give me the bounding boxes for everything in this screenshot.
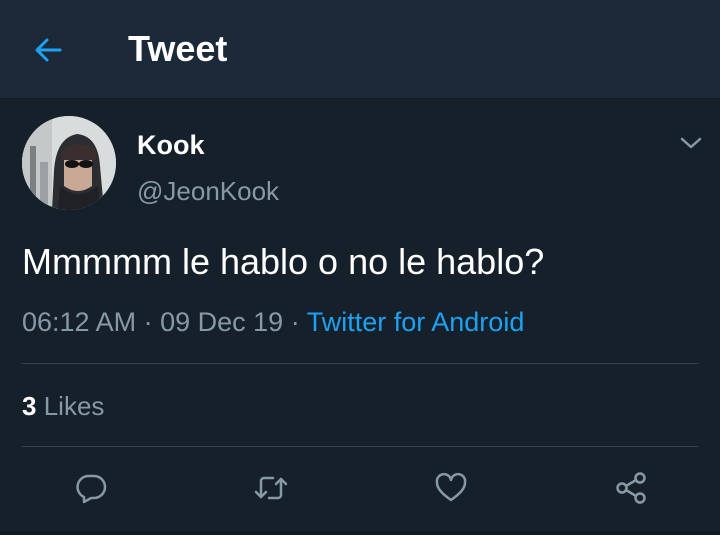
- tweet-source-link[interactable]: Twitter for Android: [307, 307, 525, 337]
- heart-icon: [435, 472, 467, 502]
- divider: [22, 446, 698, 447]
- likes-number: 3: [22, 391, 37, 421]
- divider: [0, 531, 720, 535]
- arrow-left-icon: [35, 38, 62, 62]
- retweet-button[interactable]: [251, 468, 291, 508]
- share-icon: [616, 472, 646, 504]
- reply-button[interactable]: [71, 468, 111, 508]
- reply-icon: [76, 474, 107, 504]
- meta-separator: ·: [290, 307, 300, 337]
- like-button[interactable]: [431, 468, 471, 508]
- author-name[interactable]: Kook: [137, 130, 205, 161]
- author-handle[interactable]: @JeonKook: [137, 176, 279, 207]
- share-button[interactable]: [611, 468, 651, 508]
- more-options-button[interactable]: [678, 132, 704, 154]
- likes-count[interactable]: 3 Likes: [22, 391, 104, 422]
- chevron-down-icon: [680, 137, 702, 149]
- page-title: Tweet: [128, 28, 228, 69]
- top-bar: Tweet: [0, 0, 720, 99]
- tweet-date: 09 Dec 19: [160, 307, 284, 337]
- tweet-text: Mmmmm le hablo o no le hablo?: [22, 241, 545, 282]
- likes-label: Likes: [43, 391, 105, 421]
- back-button[interactable]: [28, 30, 68, 70]
- retweet-icon: [254, 476, 288, 500]
- tweet-metadata: 06:12 AM · 09 Dec 19 · Twitter for Andro…: [22, 307, 524, 338]
- tweet-detail: Kook @JeonKook Mmmmm le hablo o no le ha…: [0, 98, 720, 535]
- action-bar: [0, 468, 720, 508]
- avatar[interactable]: [22, 116, 116, 210]
- avatar-photo: [22, 116, 116, 210]
- divider: [22, 363, 698, 364]
- meta-separator: ·: [143, 307, 153, 337]
- tweet-time: 06:12 AM: [22, 307, 137, 337]
